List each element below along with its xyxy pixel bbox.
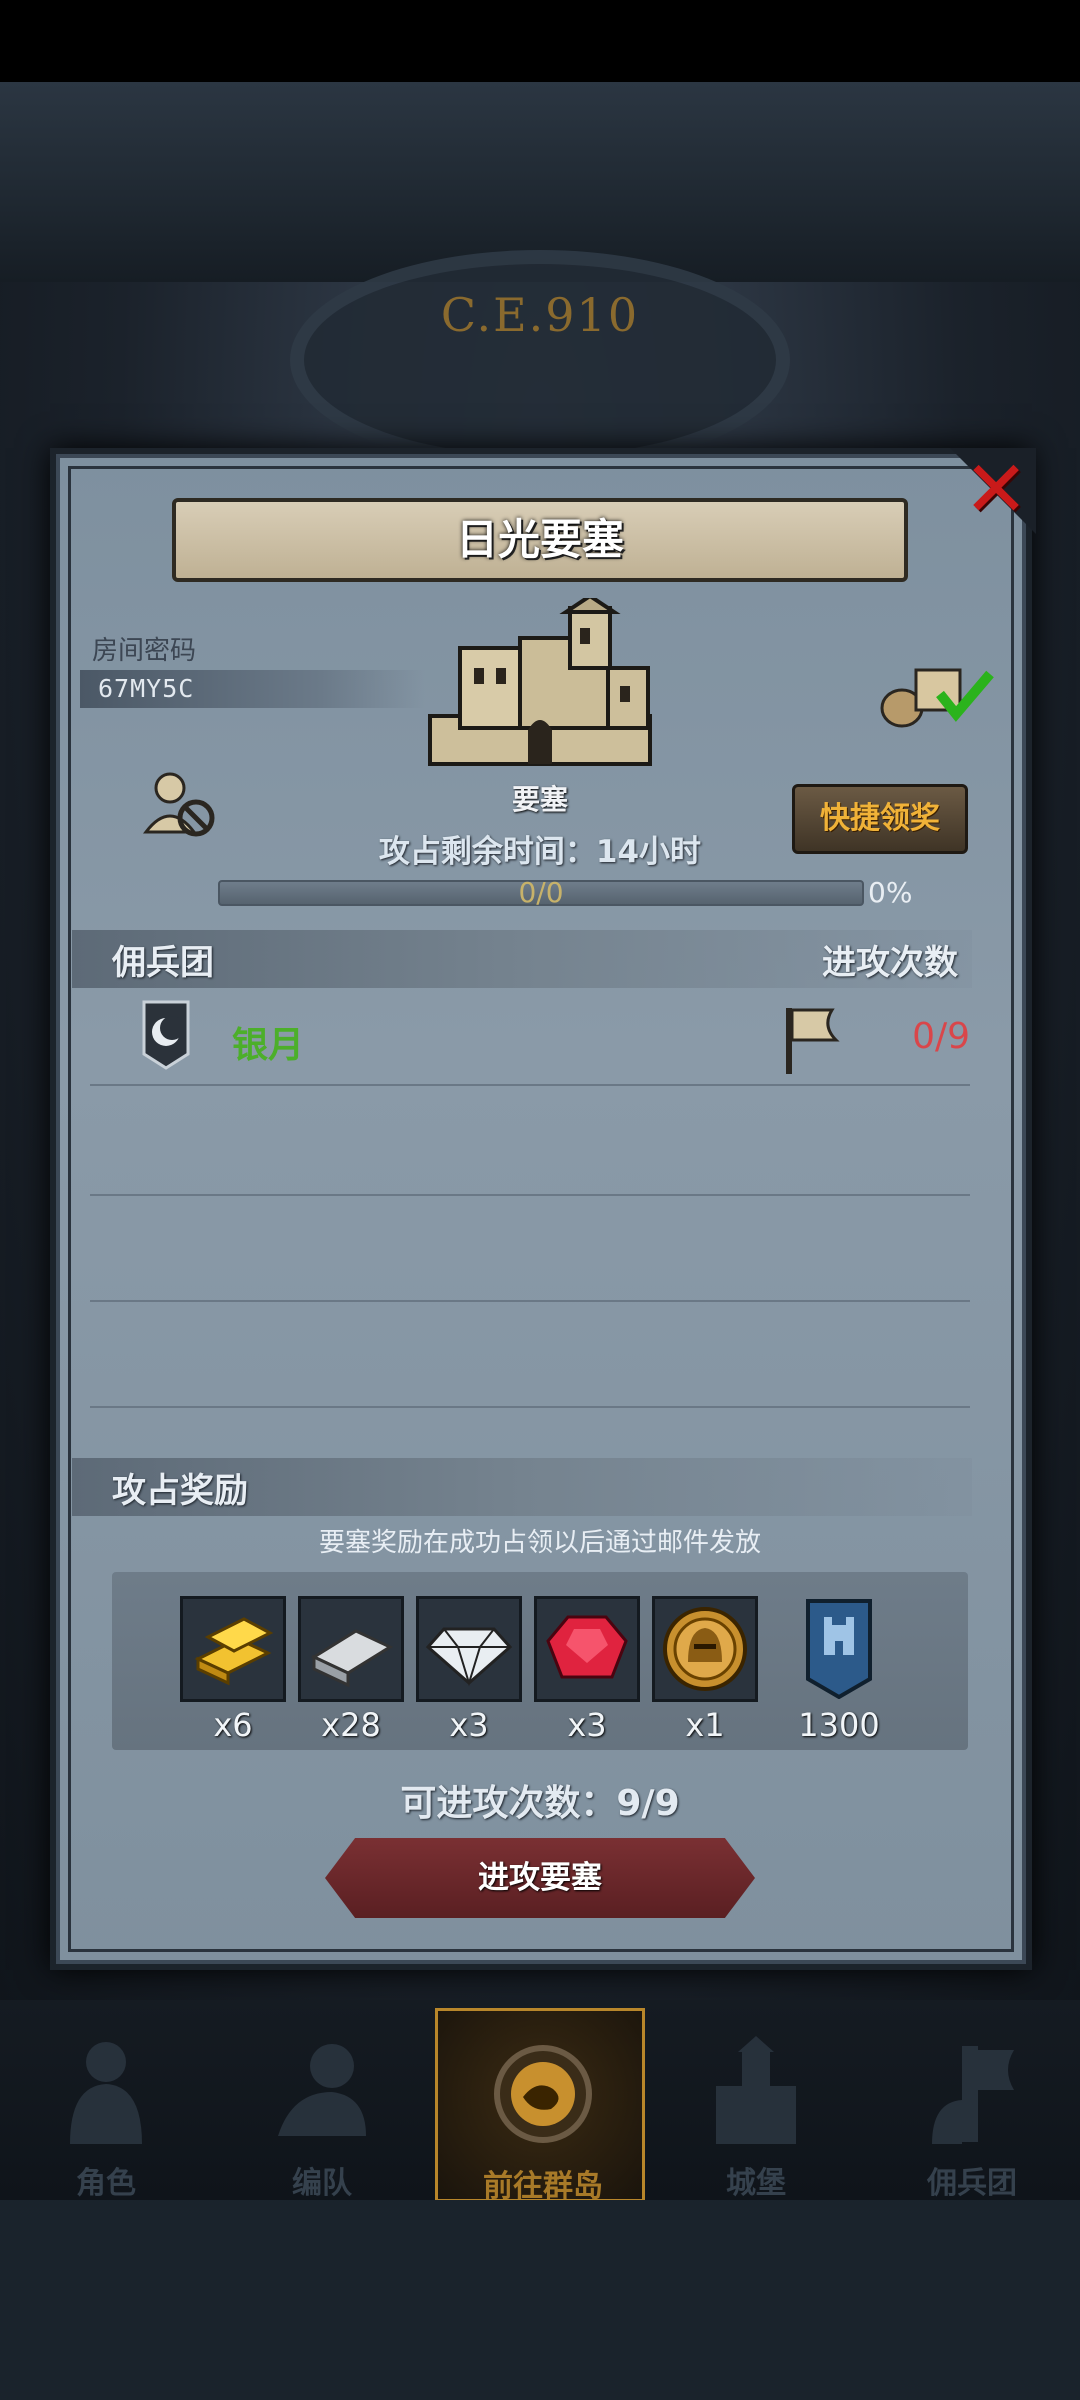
rewards-claimed-icon[interactable] [878,660,998,730]
fortress-icon [428,598,652,766]
row-divider [90,1300,970,1302]
era-emblem [290,250,790,470]
close-button[interactable]: ✕ [950,448,1036,534]
mercenary-icon [932,2046,1014,2144]
attacks-left: 可进攻次数：9/9 [400,1783,680,1824]
squad-icon [278,2044,366,2136]
silvermoon-emblem-icon [142,1000,190,1070]
reward-count: x6 [213,1706,253,1744]
ruby-icon [546,1615,628,1679]
knight-icon [70,2042,142,2144]
reward-note: 要塞奖励在成功占领以后通过邮件发放 [318,1528,761,1558]
reward-item[interactable]: 1300 [786,1596,892,1744]
reward-item[interactable]: x1 [652,1596,758,1744]
attack-fortress-button[interactable]: 进攻要塞 [325,1838,755,1918]
helmet-coin-icon [663,1607,747,1691]
era-label: C.E.910 [440,288,640,342]
dialog-title: 日光要塞 [455,515,624,564]
reward-count: x28 [321,1706,381,1744]
nav-castle[interactable]: 城堡 [656,2008,856,2202]
mercenary-row[interactable]: 银月 0/9 [90,990,970,1086]
row-divider [90,1194,970,1196]
castle-icon [716,2036,796,2144]
reward-count: x1 [685,1706,725,1744]
progress-text: 0/0 [518,876,564,909]
status-bar [0,0,1080,82]
room-code-value[interactable]: 67MY5C [80,670,425,708]
reward-item[interactable]: x6 [180,1596,286,1744]
remaining-time: 攻占剩余时间：14小时 [378,834,702,870]
progress-percent: 0% [868,876,913,909]
mercenary-header: 佣兵团 [112,943,214,983]
mercenary-attack-count: 0/9 [912,1016,970,1057]
attack-count-header: 进攻次数 [822,943,958,983]
nav-squad[interactable]: 编队 [222,2008,422,2202]
reward-item[interactable]: x3 [416,1596,522,1744]
fortress-label: 要塞 [511,783,568,816]
nav-character[interactable]: 角色 [6,2008,206,2202]
nav-mercenary[interactable]: 佣兵团 [872,2008,1072,2202]
reward-header: 攻占奖励 [112,1471,248,1511]
reward-count: 1300 [798,1706,880,1744]
close-icon: ✕ [963,445,1029,535]
flag-icon [786,1008,840,1074]
gold-bar-icon [194,1617,274,1686]
iron-ingot-icon [310,1629,394,1688]
room-code-label: 房间密码 [92,636,197,666]
fortress-banner-icon [806,1599,872,1699]
nav-islands[interactable]: 前往群岛 [435,2008,645,2204]
reward-item[interactable]: x28 [298,1596,404,1744]
diamond-icon [425,1627,513,1687]
reward-count: x3 [449,1706,489,1744]
reward-count: x3 [567,1706,607,1744]
compass-map-icon [494,2045,592,2143]
bottom-background [0,2200,1080,2400]
row-divider [90,1406,970,1408]
attack-fortress-label: 进攻要塞 [478,1860,602,1896]
reward-item[interactable]: x3 [534,1596,640,1744]
mercenary-name: 银月 [232,1025,305,1066]
